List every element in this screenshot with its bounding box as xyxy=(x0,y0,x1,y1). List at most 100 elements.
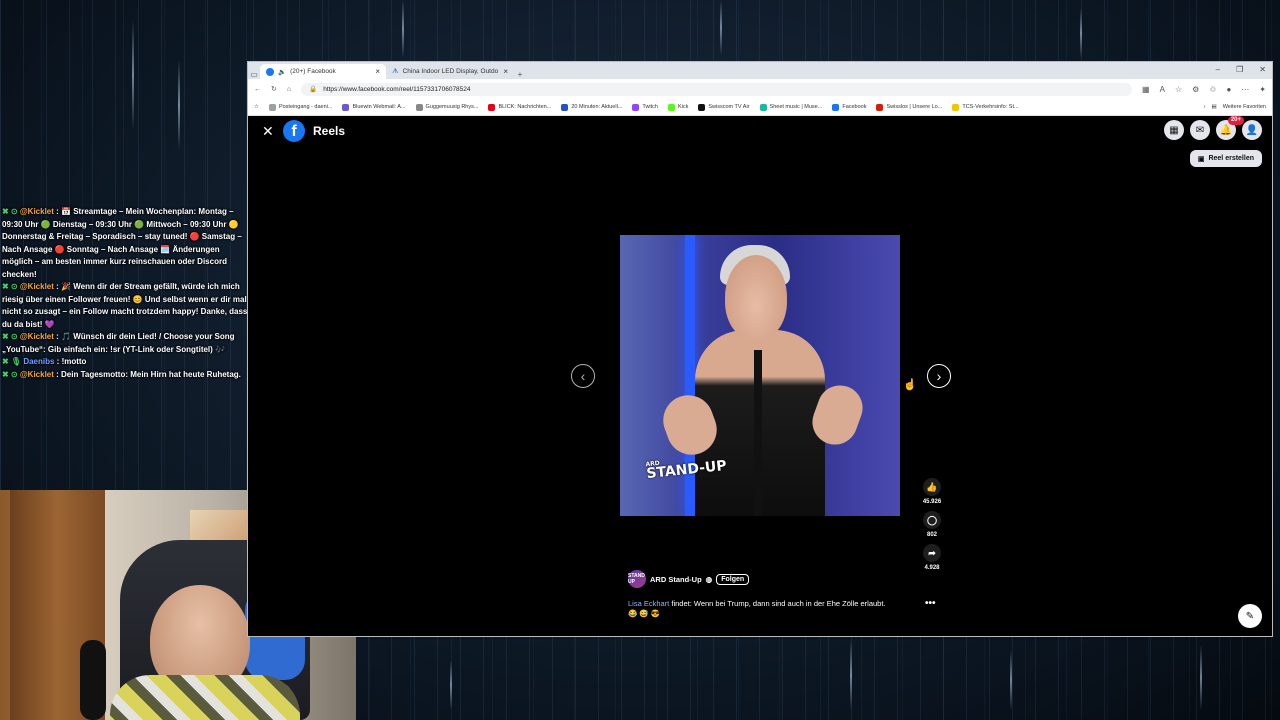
favorites-icon[interactable]: ☆ xyxy=(254,104,259,110)
minimize-icon[interactable]: – xyxy=(1216,65,1220,74)
follow-button[interactable]: Folgen xyxy=(716,573,750,585)
bookmark-label: Swisscom TV Air xyxy=(708,104,750,110)
window-controls: – ❐ ✕ xyxy=(1216,65,1266,74)
bookmark-item[interactable]: Sheet music | Muse... xyxy=(759,103,822,111)
chat-badge: ✖ ⊙ xyxy=(2,332,18,341)
bookmarks-bar: ☆ Posteingang - daeni... Bluewin Webmail: … xyxy=(248,99,1272,116)
tab-led-display[interactable]: ᗑ China Indoor LED Display, Outdo × xyxy=(386,64,514,79)
share-icon[interactable]: ➦ xyxy=(923,544,941,562)
home-icon[interactable]: ⌂ xyxy=(287,86,291,93)
chat-user: Daenibs xyxy=(23,357,55,366)
comment-icon[interactable]: ◯ xyxy=(923,511,941,529)
bookmark-item[interactable]: Kick xyxy=(667,103,688,111)
bookmark-item[interactable]: Posteingang - daeni... xyxy=(268,103,332,111)
chat-text: : !motto xyxy=(54,357,87,366)
apps-grid-icon[interactable]: ▦ xyxy=(1142,85,1150,94)
webcam-streamer-shirt xyxy=(110,675,300,720)
bookmark-item[interactable]: BLICK: Nachrichten... xyxy=(488,103,552,111)
chat-badge: ✖ ⊙ xyxy=(2,282,18,291)
favorite-star-icon[interactable]: ☆ xyxy=(1175,85,1182,94)
address-bar[interactable]: 🔒 https://www.facebook.com/reel/11573317… xyxy=(301,82,1133,96)
facebook-logo[interactable]: f xyxy=(283,120,305,142)
speaker-icon[interactable]: 🔈 xyxy=(278,68,286,76)
tab-close-icon[interactable]: × xyxy=(375,67,380,76)
menu-grid-icon[interactable]: ▦ xyxy=(1164,120,1184,140)
chevron-right-icon: › xyxy=(1203,104,1206,110)
tab-bar: ▭ 🔈 (20+) Facebook × ᗑ China Indoor LED … xyxy=(248,62,1272,79)
chat-user: @Kicklet xyxy=(19,332,54,341)
close-window-icon[interactable]: ✕ xyxy=(1259,65,1266,74)
bookmark-favicon-icon xyxy=(342,103,350,111)
more-options-icon[interactable]: ••• xyxy=(925,598,936,609)
bookmark-favicon-icon xyxy=(667,103,675,111)
chat-message: ✖ ⊙ @Kicklet : Dein Tagesmotto: Mein Hir… xyxy=(0,369,250,382)
account-avatar[interactable]: 👤 xyxy=(1242,120,1262,140)
bookmark-item[interactable]: TCS-Verkehrsinfo: St... xyxy=(952,103,1019,111)
tab-label: (20+) Facebook xyxy=(290,68,336,75)
page-title: Reels xyxy=(313,124,346,138)
chat-text: : Dein Tagesmotto: Mein Hirn hat heute R… xyxy=(53,369,241,379)
rain-streak xyxy=(450,660,452,710)
bookmark-item[interactable]: Facebook xyxy=(832,103,867,111)
more-favorites-label: Weitere Favoriten xyxy=(1222,104,1266,110)
bookmark-item[interactable]: Swisscom TV Air xyxy=(698,103,750,111)
chat-badge: ✖ 🎙 xyxy=(2,357,22,366)
previous-reel-button[interactable]: ‹ xyxy=(571,364,595,388)
caption-mention[interactable]: Lisa Eckhart xyxy=(628,599,669,608)
next-reel-button[interactable]: › xyxy=(927,364,951,388)
bookmark-item[interactable]: Bluewin Webmail: A... xyxy=(342,103,406,111)
restore-icon[interactable]: ❐ xyxy=(1236,65,1243,74)
rain-streak xyxy=(720,0,722,55)
collections-icon[interactable]: ♲ xyxy=(1209,85,1216,94)
more-favorites[interactable]: › ▤ Weitere Favoriten xyxy=(1204,104,1266,110)
author-avatar[interactable]: STAND UP xyxy=(628,570,646,588)
led-favicon-icon: ᗑ xyxy=(392,67,399,75)
menu-icon[interactable]: ⋯ xyxy=(1241,85,1249,94)
video-mic-stand xyxy=(754,350,762,516)
rain-streak xyxy=(178,60,180,150)
toolbar-icons: ▦ A ☆ ⚙ ♲ ● ⋯ ✦ xyxy=(1142,85,1266,94)
profile-icon[interactable]: ● xyxy=(1226,85,1231,94)
rain-streak xyxy=(1200,645,1202,710)
chat-message: ✖ ⊙ @Kicklet : 🎉 Wenn dir der Stream gef… xyxy=(0,281,250,331)
rain-streak xyxy=(1010,650,1012,710)
comment-action[interactable]: ◯ 802 xyxy=(923,511,941,538)
new-message-button[interactable]: ✎ xyxy=(1238,604,1262,628)
bookmark-item[interactable]: Guggemuusig Rhys... xyxy=(415,103,479,111)
copilot-icon[interactable]: ✦ xyxy=(1259,85,1266,94)
new-tab-button[interactable]: + xyxy=(514,70,526,79)
bookmark-item[interactable]: Swisslos | Unsere Lo... xyxy=(876,103,942,111)
tab-close-icon[interactable]: × xyxy=(503,67,508,76)
bookmark-label: BLICK: Nachrichten... xyxy=(498,104,552,110)
like-action[interactable]: 👍 45.926 xyxy=(923,478,941,505)
like-icon[interactable]: 👍 xyxy=(922,478,941,496)
notifications-icon[interactable]: 🔔 20+ xyxy=(1216,116,1244,140)
rain-streak xyxy=(850,640,852,710)
url-text: https://www.facebook.com/reel/1157331706… xyxy=(323,85,471,93)
reload-icon[interactable]: ↻ xyxy=(271,85,277,93)
author-name[interactable]: ARD Stand-Up xyxy=(650,575,702,584)
bookmark-favicon-icon xyxy=(832,103,840,111)
extensions-icon[interactable]: ⚙ xyxy=(1192,85,1199,94)
bookmark-favicon-icon xyxy=(488,103,496,111)
tab-label: China Indoor LED Display, Outdo xyxy=(402,68,499,75)
close-reels-icon[interactable]: ✕ xyxy=(262,123,274,140)
chat-user: @Kicklet xyxy=(19,207,54,216)
bookmark-favicon-icon xyxy=(698,103,706,111)
create-reel-button[interactable]: ▣ Reel erstellen xyxy=(1189,150,1262,167)
read-aloud-icon[interactable]: A xyxy=(1160,85,1165,94)
bookmark-item[interactable]: Twitch xyxy=(632,103,658,111)
bookmark-item[interactable]: 20 Minuten: Aktuell... xyxy=(561,103,622,111)
bookmark-label: Facebook xyxy=(842,104,867,110)
tab-actions-icon[interactable]: ▭ xyxy=(248,70,260,79)
bookmark-favicon-icon xyxy=(759,103,767,111)
facebook-favicon-icon xyxy=(266,67,274,76)
messenger-icon[interactable]: ✉ xyxy=(1190,120,1210,140)
tab-facebook[interactable]: 🔈 (20+) Facebook × xyxy=(260,64,386,79)
back-icon[interactable]: ← xyxy=(254,86,261,93)
share-action[interactable]: ➦ 4.928 xyxy=(923,544,941,571)
bookmark-label: Guggemuusig Rhys... xyxy=(425,104,479,110)
reel-video[interactable]: ARD STAND-UP xyxy=(620,235,900,516)
lock-icon: 🔒 xyxy=(309,86,318,93)
create-reel-label: Reel erstellen xyxy=(1208,155,1254,162)
